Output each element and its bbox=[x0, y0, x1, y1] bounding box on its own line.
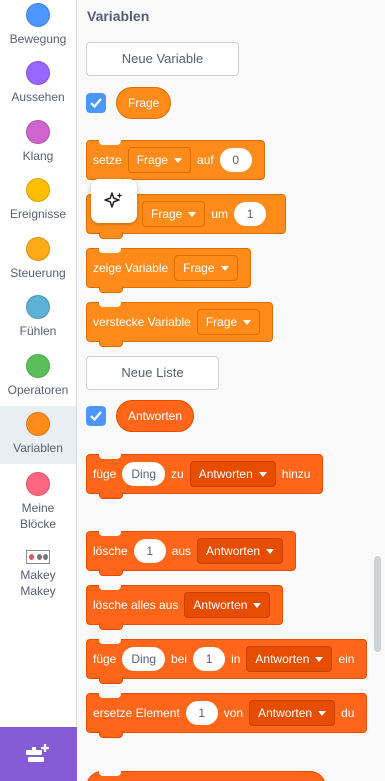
block-text: lösche alles aus bbox=[93, 598, 179, 612]
add-extension-icon bbox=[26, 744, 49, 762]
variable-dropdown[interactable]: Frage bbox=[196, 309, 261, 335]
block-text: setze bbox=[93, 153, 122, 167]
palette-scrollbar[interactable] bbox=[374, 556, 381, 652]
block-text: aus bbox=[171, 544, 192, 558]
list-dropdown[interactable]: Antworten bbox=[246, 646, 333, 672]
checkmark-icon bbox=[90, 411, 102, 422]
variable-dropdown[interactable]: Frage bbox=[142, 201, 206, 227]
category-control[interactable]: Steuerung bbox=[0, 237, 76, 295]
insert-at-list-block[interactable]: füge Ding bei 1 in Antworten ein bbox=[86, 639, 368, 684]
category-label: Aussehen bbox=[11, 90, 65, 104]
category-label: Ereignisse bbox=[9, 207, 67, 221]
add-to-list-block[interactable]: füge Ding zu Antworten hinzu bbox=[86, 454, 324, 499]
category-motion[interactable]: Bewegung bbox=[0, 3, 76, 61]
block-text: du bbox=[341, 706, 355, 720]
variable-monitor-checkbox[interactable] bbox=[86, 93, 106, 113]
value-input[interactable]: 1 bbox=[234, 202, 267, 226]
category-label: Bewegung bbox=[9, 32, 67, 46]
category-sound[interactable]: Klang bbox=[0, 120, 76, 178]
list-dropdown[interactable]: Antworten bbox=[184, 592, 271, 618]
control-color-dot bbox=[26, 237, 50, 261]
category-events[interactable]: Ereignisse bbox=[0, 178, 76, 236]
block-text: um bbox=[211, 207, 229, 221]
variables-color-dot bbox=[26, 412, 50, 436]
new-variable-button[interactable]: Neue Variable bbox=[86, 42, 239, 76]
block-text: hinzu bbox=[281, 467, 311, 481]
list-dropdown[interactable]: Antworten bbox=[249, 700, 336, 726]
delete-of-list-block[interactable]: lösche 1 aus Antworten bbox=[86, 531, 297, 576]
checkmark-icon bbox=[90, 98, 102, 109]
dropdown-caret-icon bbox=[253, 602, 262, 608]
category-sensing[interactable]: Fühlen bbox=[0, 295, 76, 353]
list-monitor-checkbox[interactable] bbox=[86, 406, 106, 426]
dropdown-caret-icon bbox=[266, 548, 275, 554]
operators-color-dot bbox=[26, 354, 50, 378]
sound-color-dot bbox=[26, 120, 50, 144]
value-input[interactable]: 0 bbox=[219, 148, 252, 172]
block-text: ersetze Element bbox=[93, 706, 180, 720]
add-extension-button[interactable] bbox=[0, 727, 77, 781]
variable-reporter[interactable]: Frage bbox=[116, 87, 172, 119]
dropdown-caret-icon bbox=[315, 656, 324, 662]
category-variables[interactable]: Variablen bbox=[0, 406, 76, 464]
index-input[interactable]: 1 bbox=[133, 539, 166, 563]
category-label: Meine Blöcke bbox=[19, 501, 57, 531]
block-text: lösche bbox=[93, 544, 128, 558]
category-label: Klang bbox=[22, 149, 54, 163]
motion-color-dot bbox=[26, 3, 50, 27]
new-list-button[interactable]: Neue Liste bbox=[86, 356, 219, 390]
variable-dropdown[interactable]: Frage bbox=[127, 147, 192, 173]
index-input[interactable]: 1 bbox=[185, 701, 218, 725]
item-input[interactable]: Ding bbox=[122, 462, 166, 486]
block-text: verstecke Variable bbox=[93, 315, 191, 329]
sparkle-icon bbox=[104, 192, 123, 208]
category-makey-makey[interactable]: Makey Makey bbox=[0, 545, 76, 607]
block-text: in bbox=[231, 652, 241, 666]
my-blocks-color-dot bbox=[26, 472, 50, 496]
dropdown-caret-icon bbox=[188, 211, 197, 217]
delete-all-of-list-block[interactable]: lösche alles aus Antworten bbox=[86, 585, 284, 630]
category-my-blocks[interactable]: Meine Blöcke bbox=[0, 472, 76, 532]
category-label: Operatoren bbox=[7, 383, 69, 397]
list-dropdown[interactable]: Antworten bbox=[197, 538, 284, 564]
dropdown-caret-icon bbox=[243, 319, 252, 325]
block-text: füge bbox=[93, 652, 117, 666]
set-variable-block[interactable]: setze Frage auf 0 bbox=[86, 140, 265, 185]
hide-variable-block[interactable]: verstecke Variable Frage bbox=[86, 302, 274, 347]
category-label: Steuerung bbox=[10, 266, 66, 280]
show-variable-block[interactable]: zeige Variable Frage bbox=[86, 248, 251, 293]
category-label: Fühlen bbox=[19, 324, 57, 338]
dropdown-caret-icon bbox=[220, 265, 229, 271]
category-label: Variablen bbox=[13, 441, 63, 455]
category-looks[interactable]: Aussehen bbox=[0, 61, 76, 119]
block-text: ein bbox=[338, 652, 355, 666]
list-dropdown[interactable]: Antworten bbox=[189, 461, 276, 487]
block-text: auf bbox=[197, 153, 214, 167]
ai-assist-button[interactable] bbox=[91, 179, 137, 223]
block-text: füge bbox=[93, 467, 117, 481]
block-text: zeige Variable bbox=[93, 261, 169, 275]
dropdown-caret-icon bbox=[174, 157, 183, 163]
sensing-color-dot bbox=[26, 295, 50, 319]
index-input[interactable]: 1 bbox=[193, 647, 226, 671]
category-label: Makey Makey bbox=[20, 568, 56, 598]
block-text: von bbox=[223, 706, 244, 720]
replace-item-of-list-block[interactable]: ersetze Element 1 von Antworten du bbox=[86, 693, 368, 738]
category-menu: Bewegung Aussehen Klang Ereignisse Steue… bbox=[0, 0, 77, 781]
category-operators[interactable]: Operatoren bbox=[0, 354, 76, 412]
events-color-dot bbox=[26, 178, 50, 202]
dropdown-caret-icon bbox=[258, 471, 267, 477]
dropdown-caret-icon bbox=[318, 710, 327, 716]
item-input[interactable]: Ding bbox=[122, 647, 166, 671]
makey-makey-icon bbox=[26, 550, 50, 564]
palette-heading: Variablen bbox=[87, 8, 150, 24]
looks-color-dot bbox=[26, 61, 50, 85]
block-palette: Variablen Neue Variable Frage setze Frag… bbox=[77, 0, 385, 781]
partial-list-block[interactable] bbox=[86, 771, 326, 781]
variable-dropdown[interactable]: Frage bbox=[174, 255, 238, 281]
block-text: zu bbox=[171, 467, 184, 481]
block-text: bei bbox=[171, 652, 188, 666]
list-reporter[interactable]: Antworten bbox=[116, 400, 195, 432]
